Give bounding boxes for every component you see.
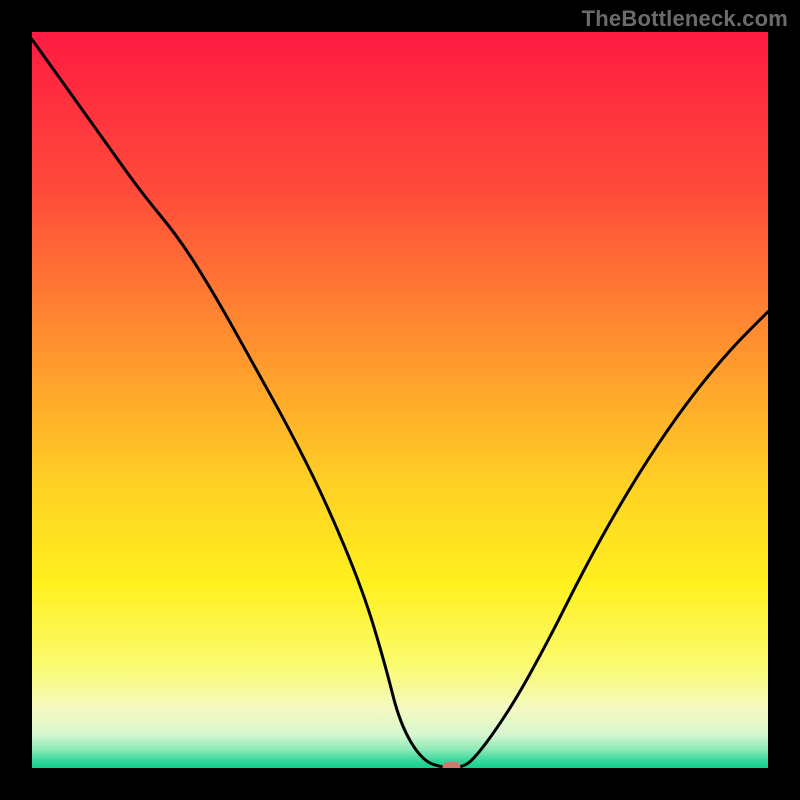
bottleneck-curve-chart: [32, 32, 768, 768]
chart-frame: TheBottleneck.com: [0, 0, 800, 800]
plot-area: [32, 32, 768, 768]
watermark-text: TheBottleneck.com: [582, 6, 788, 32]
gradient-background: [32, 32, 768, 768]
optimum-marker: [443, 762, 461, 768]
